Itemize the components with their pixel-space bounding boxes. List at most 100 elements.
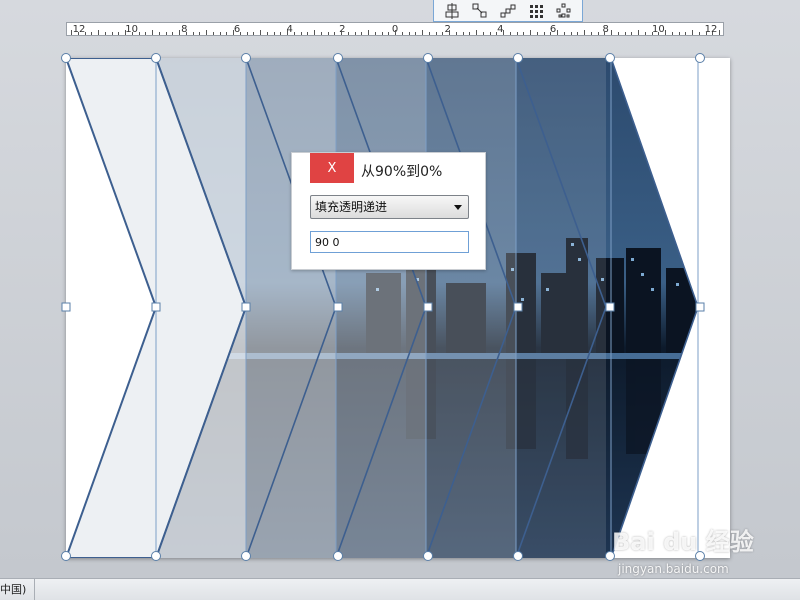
ruler-tick [685,32,687,35]
align-toolbar [433,0,583,22]
ruler-tick [158,32,160,35]
ruler-tick [293,32,295,35]
ruler-tick [273,32,275,35]
ruler-tick [233,30,234,35]
ruler-tick [651,32,653,35]
ruler-tick [449,30,450,35]
watermark-sub: jingyan.baidu.com [618,562,729,576]
ruler-tick [597,32,599,35]
align-center-icon[interactable] [441,1,463,21]
ruler-tick [719,30,720,35]
ruler-tick [557,30,558,35]
ruler-tick [482,32,484,35]
ruler-tick [644,32,646,35]
distribute-diagonal-icon[interactable] [469,1,491,21]
ruler-tick [77,32,79,35]
ruler-tick [611,30,612,35]
ruler-tick [401,32,403,35]
ruler-tick [698,32,700,35]
ruler-tick [131,32,133,35]
ruler-tick [111,32,113,35]
close-button[interactable]: X [310,153,354,183]
ruler-tick [179,30,180,35]
ruler-tick [361,32,363,35]
range-input[interactable] [310,231,469,253]
ruler-tick [307,32,309,35]
ruler-tick [455,32,457,35]
ruler-tick [489,32,491,35]
watermark-main: Bai du 经验 [612,528,754,556]
ruler-tick [138,32,140,35]
stair-step-icon[interactable] [497,1,519,21]
ruler-tick [239,32,241,35]
ruler-tick [570,32,572,35]
ruler-tick [435,32,437,35]
ruler-tick [408,32,410,35]
ruler-tick [584,30,585,35]
ruler-tick [374,32,376,35]
ruler-tick [266,32,268,35]
ruler-tick [84,32,86,35]
ruler-tick [334,32,336,35]
ruler-tick [280,32,282,35]
ruler-tick [476,30,477,35]
ruler-label: 12 [72,24,86,35]
ruler-tick [469,32,471,35]
ruler-tick [536,32,538,35]
ruler-tick [145,32,147,35]
status-language[interactable]: 中国) [0,579,36,600]
ruler-tick [287,30,288,35]
scatter-dots-icon[interactable] [553,1,575,21]
ruler-tick [368,30,369,35]
ruler-tick [550,32,552,35]
ruler-tick [530,30,531,35]
ruler-tick [165,32,167,35]
ruler-tick [253,32,255,35]
ruler-tick [341,30,342,35]
ruler-tick [125,30,126,35]
ruler-tick [260,30,261,35]
ruler-tick [503,30,504,35]
slide-canvas[interactable] [66,58,730,558]
ruler-tick [354,32,356,35]
ruler-tick [314,30,315,35]
ruler-tick [671,32,673,35]
horizontal-ruler[interactable]: 12108642024681012 [66,22,724,36]
ruler-tick [543,32,545,35]
ruler-tick [665,30,666,35]
ruler-tick [300,32,302,35]
chevron-artwork[interactable] [66,58,730,558]
ruler-tick [617,32,619,35]
ruler-tick [563,32,565,35]
ruler-tick [104,32,106,35]
ruler-tick [658,32,660,35]
fill-mode-value: 填充透明递进 [315,200,388,214]
transparency-dialog: X 从90%到0% 填充透明递进 [291,152,486,270]
ruler-tick [705,32,707,35]
ruler-tick [381,32,383,35]
ruler-tick [638,30,639,35]
ruler-tick [71,30,72,35]
ruler-tick [692,30,693,35]
ruler-tick [219,32,221,35]
ruler-tick [523,32,525,35]
ruler-tick [631,32,633,35]
ruler-tick [590,32,592,35]
ruler-tick [516,32,518,35]
ruler-tick [624,32,626,35]
ruler-tick [496,32,498,35]
ruler-tick [678,32,680,35]
ruler-tick [577,32,579,35]
ruler-tick [172,32,174,35]
ruler-tick [118,32,120,35]
ruler-tick [91,32,93,35]
baidu-watermark: Bai du 经验 jingyan.baidu.com [612,518,772,580]
ruler-tick [199,32,201,35]
ruler-tick [462,32,464,35]
dialog-title: 从90%到0% [361,164,443,180]
ruler-tick [246,32,248,35]
ruler-tick [226,32,228,35]
fill-mode-select[interactable]: 填充透明递进 [310,195,469,219]
grid-dots-icon[interactable] [525,1,547,21]
ruler-tick [320,32,322,35]
